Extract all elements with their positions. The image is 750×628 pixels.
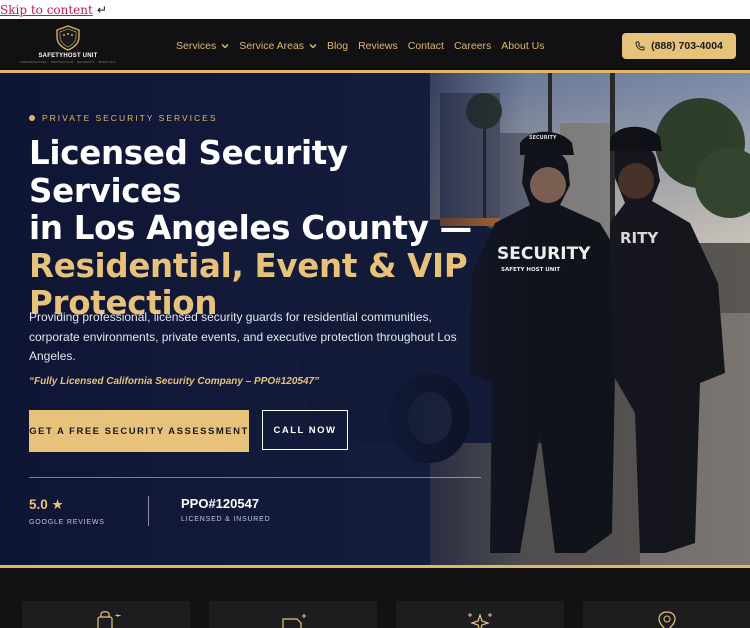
- nav-item-label: Reviews: [358, 40, 398, 52]
- phone-icon: [635, 41, 645, 51]
- stat-label: GOOGLE REVIEWS: [29, 519, 105, 526]
- shield-logo-icon: [56, 25, 80, 51]
- nav-item-services[interactable]: Services: [176, 40, 229, 52]
- service-card-4[interactable]: [583, 601, 750, 628]
- phone-number: (888) 703-4004: [651, 40, 723, 52]
- stat-label: LICENSED & INSURED: [181, 516, 271, 523]
- license-stat: PPO#120547 LICENSED & INSURED: [181, 496, 270, 523]
- return-arrow-icon: ↵: [96, 2, 107, 17]
- nav-item-label: Service Areas: [239, 40, 305, 52]
- location-service-icon: [658, 611, 676, 628]
- vest-subtext: SAFETY HOST UNIT: [501, 267, 560, 273]
- stat-value: PPO#120547: [181, 496, 260, 511]
- chevron-down-icon: [309, 44, 317, 49]
- sparkle-service-icon: [468, 613, 492, 628]
- headline-line-2: in Los Angeles County —: [29, 209, 472, 247]
- headline-line-1: Licensed Security Services: [29, 134, 348, 210]
- nav-item-label: Contact: [407, 40, 444, 52]
- skip-link-row: Skip to content ↵: [0, 0, 107, 19]
- service-card-2[interactable]: [209, 601, 377, 628]
- nav-item-label: Careers: [453, 40, 492, 52]
- license-line: “Fully Licensed California Security Comp…: [29, 376, 320, 387]
- headline-line-3: Residential, Event & VIP: [29, 246, 468, 285]
- vest-security-text: SECURITY: [497, 244, 591, 264]
- cap-text: SECURITY: [529, 135, 557, 141]
- eyebrow-text: PRIVATE SECURITY SERVICES: [42, 113, 218, 123]
- call-now-button[interactable]: CALL NOW: [262, 410, 348, 450]
- nav-item-label: Blog: [327, 40, 349, 52]
- free-assessment-button[interactable]: GET A FREE SECURITY ASSESSMENT: [29, 410, 249, 452]
- nav-item-label: About Us: [501, 40, 545, 52]
- brand-name: SAFETYHOST UNIT: [38, 53, 98, 59]
- service-card-1[interactable]: [22, 601, 190, 628]
- services-strip: [0, 568, 750, 628]
- nav-item-blog[interactable]: Blog: [327, 40, 348, 52]
- lock-service-icon: [97, 611, 121, 628]
- vest-security-text-2: RITY: [620, 229, 659, 247]
- hero-headline: Licensed Security Services in Los Angele…: [29, 134, 499, 323]
- nav-item-service-areas[interactable]: Service Areas: [239, 40, 317, 52]
- hero-divider: [29, 477, 481, 478]
- hero-description: Providing professional, licensed securit…: [29, 310, 457, 363]
- main-nav: Services Service Areas Blog Reviews Cont…: [176, 19, 555, 73]
- eyebrow-dot-icon: [29, 115, 35, 121]
- hero-eyebrow: PRIVATE SECURITY SERVICES: [29, 113, 218, 123]
- stat-separator: [148, 496, 149, 526]
- nav-item-contact[interactable]: Contact: [408, 40, 444, 52]
- service-card-3[interactable]: [396, 601, 564, 628]
- nav-item-reviews[interactable]: Reviews: [358, 40, 398, 52]
- site-header: SAFETYHOST UNIT PROFESSIONAL · PROTECTIO…: [0, 19, 750, 73]
- google-reviews-stat: 5.0 ★ GOOGLE REVIEWS: [29, 497, 105, 526]
- nav-item-careers[interactable]: Careers: [454, 40, 491, 52]
- document-service-icon: [282, 614, 306, 628]
- site-logo[interactable]: SAFETYHOST UNIT PROFESSIONAL · PROTECTIO…: [20, 25, 115, 67]
- nav-item-about-us[interactable]: About Us: [501, 40, 544, 52]
- skip-to-content-link[interactable]: Skip to content: [0, 3, 93, 17]
- stat-value: 5.0 ★: [29, 497, 64, 512]
- hero-section: SECURITY SAFETY HOST UNIT RITY SECURITY …: [0, 73, 750, 565]
- nav-item-label: Services: [176, 40, 217, 52]
- phone-button[interactable]: (888) 703-4004: [622, 33, 736, 59]
- chevron-down-icon: [221, 44, 229, 49]
- brand-tagline: PROFESSIONAL · PROTECTION · SECURITY · S…: [20, 60, 116, 64]
